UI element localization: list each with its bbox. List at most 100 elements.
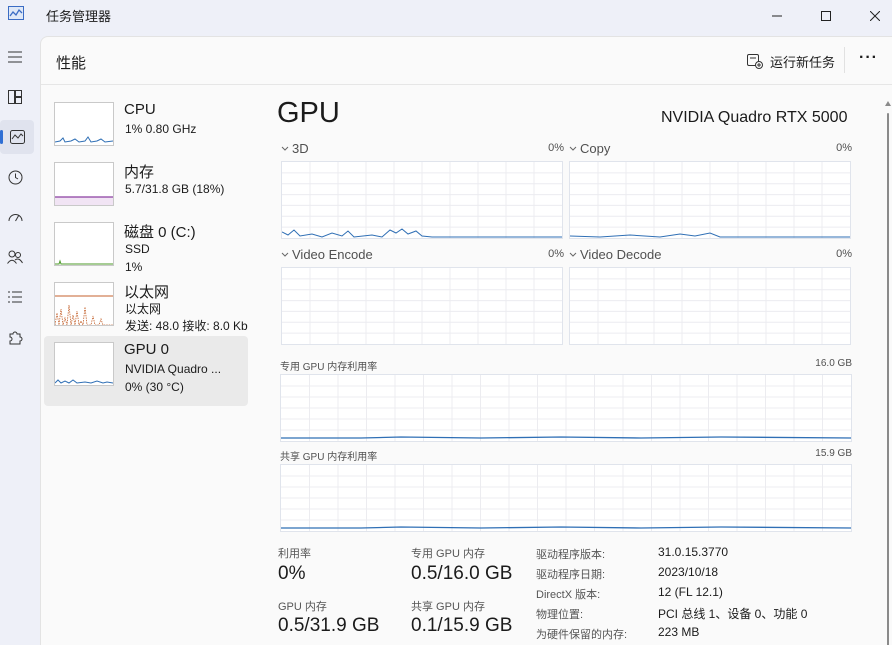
graph-grid — [282, 268, 562, 344]
engine-copy-dropdown[interactable]: Copy — [569, 141, 610, 156]
performance-icon — [9, 130, 25, 144]
gpu-thumbnail-graph — [54, 342, 114, 386]
run-new-task-button[interactable]: 运行新任务 — [747, 49, 835, 73]
resource-detail: SSD — [125, 242, 150, 256]
resource-name: GPU 0 — [124, 341, 170, 358]
resource-detail: 以太网 — [125, 302, 162, 316]
driver-version-value: 31.0.15.3770 — [658, 545, 729, 559]
chevron-down-icon — [569, 252, 577, 257]
physical-location-value: PCI 总线 1、设备 0、功能 0 — [658, 607, 808, 621]
engine-percentage: 0% — [836, 248, 852, 260]
maximize-icon — [821, 11, 831, 21]
panel-header: 性能 运行新任务 ··· — [41, 37, 892, 85]
engine-3d-graph — [281, 161, 563, 239]
graph-grid — [281, 465, 851, 531]
engine-label: Copy — [580, 141, 611, 156]
physical-location-key: 物理位置: — [536, 609, 584, 621]
disk-thumbnail-graph — [54, 222, 114, 266]
shared-memory-graph — [280, 464, 852, 532]
nav-users[interactable] — [0, 240, 30, 274]
resource-detail: 5.7/31.8 GB (18%) — [125, 182, 225, 196]
run-new-task-label: 运行新任务 — [770, 54, 836, 70]
graph-grid — [570, 268, 850, 344]
minimize-button[interactable] — [754, 0, 800, 32]
driver-date-value: 2023/10/18 — [658, 565, 719, 579]
engine-percentage: 0% — [548, 142, 564, 154]
engine-video-decode-dropdown[interactable]: Video Decode — [569, 247, 661, 262]
resource-name: 磁盘 0 (C:) — [124, 224, 196, 241]
resource-detail: 1% — [125, 260, 143, 274]
gpu-model-name: NVIDIA Quadro RTX 5000 — [661, 109, 848, 126]
engine-label: Video Decode — [580, 247, 662, 262]
nav-details[interactable] — [0, 280, 30, 314]
nav-startup-apps[interactable] — [0, 200, 30, 234]
engine-label: 3D — [292, 141, 309, 156]
hamburger-menu-button[interactable] — [0, 40, 30, 74]
minimize-icon — [772, 15, 782, 17]
new-task-icon — [747, 53, 763, 69]
dedicated-memory-graph — [280, 374, 852, 442]
resource-detail: 1% 0.80 GHz — [125, 122, 197, 136]
utilization-label: 利用率 — [278, 548, 311, 560]
scrollbar-thumb[interactable] — [887, 113, 889, 645]
resource-name: 内存 — [124, 164, 155, 181]
shared-memory-max: 15.9 GB — [815, 448, 852, 459]
vertical-scrollbar[interactable] — [885, 101, 891, 645]
scroll-up-arrow-icon[interactable] — [885, 101, 891, 106]
shared-memory-label: 共享 GPU 内存 — [411, 601, 485, 613]
shared-memory-value: 0.1/15.9 GB — [411, 615, 513, 636]
dedicated-memory-label: 专用 GPU 内存 — [411, 548, 485, 560]
chevron-down-icon — [281, 252, 289, 257]
processes-icon — [8, 90, 22, 104]
resource-detail: 发送: 48.0 接收: 8.0 Kb — [125, 319, 248, 333]
more-options-button[interactable]: ··· — [859, 49, 878, 67]
nav-services[interactable] — [0, 320, 30, 354]
gpu-heading: GPU — [277, 97, 340, 129]
nav-performance[interactable] — [0, 120, 34, 154]
gpu-memory-value: 0.5/31.9 GB — [278, 615, 380, 636]
resource-name: CPU — [124, 101, 156, 118]
directx-version-key: DirectX 版本: — [536, 589, 601, 601]
dedicated-memory-max: 16.0 GB — [815, 358, 852, 369]
close-button[interactable] — [852, 0, 892, 32]
history-icon — [8, 170, 22, 184]
hamburger-icon — [8, 51, 22, 63]
engine-video-encode-dropdown[interactable]: Video Encode — [281, 247, 373, 262]
window-title: 任务管理器 — [46, 9, 112, 24]
shared-memory-graph-label: 共享 GPU 内存利用率 — [280, 452, 378, 463]
engine-video-decode-graph — [569, 267, 851, 345]
close-icon — [870, 11, 880, 21]
driver-date-key: 驱动程序日期: — [536, 569, 606, 581]
resource-detail: 0% (30 °C) — [125, 380, 184, 394]
users-icon — [7, 250, 23, 264]
engine-label: Video Encode — [292, 247, 373, 262]
nav-app-history[interactable] — [0, 160, 30, 194]
chevron-down-icon — [569, 146, 577, 151]
main-panel: 性能 运行新任务 ··· CPU 1% 0.80 GHz 内存 5.7/31.8… — [40, 36, 892, 645]
memory-thumbnail-graph — [54, 162, 114, 206]
reserved-memory-key: 为硬件保留的内存: — [536, 629, 628, 641]
ethernet-thumbnail-graph — [54, 282, 114, 326]
chevron-down-icon — [281, 146, 289, 151]
engine-video-encode-graph — [281, 267, 563, 345]
puzzle-icon — [9, 331, 22, 344]
resource-detail: NVIDIA Quadro ... — [125, 362, 222, 376]
nav-processes[interactable] — [0, 80, 30, 114]
resource-name: 以太网 — [124, 284, 170, 301]
cpu-thumbnail-graph — [54, 102, 114, 146]
dedicated-memory-value: 0.5/16.0 GB — [411, 563, 513, 584]
page-title: 性能 — [56, 55, 87, 72]
maximize-button[interactable] — [803, 0, 849, 32]
engine-percentage: 0% — [836, 142, 852, 154]
utilization-value: 0% — [278, 563, 306, 584]
gpu-memory-label: GPU 内存 — [278, 601, 327, 613]
speedometer-icon — [8, 214, 22, 222]
nav-rail — [0, 32, 38, 645]
engine-percentage: 0% — [548, 248, 564, 260]
resource-item-gpu[interactable]: GPU 0 NVIDIA Quadro ... 0% (30 °C) — [44, 336, 248, 406]
graph-grid — [282, 162, 562, 238]
reserved-memory-value: 223 MB — [658, 625, 700, 639]
header-divider — [844, 47, 845, 73]
engine-3d-dropdown[interactable]: 3D — [281, 141, 309, 156]
graph-grid — [570, 162, 850, 238]
